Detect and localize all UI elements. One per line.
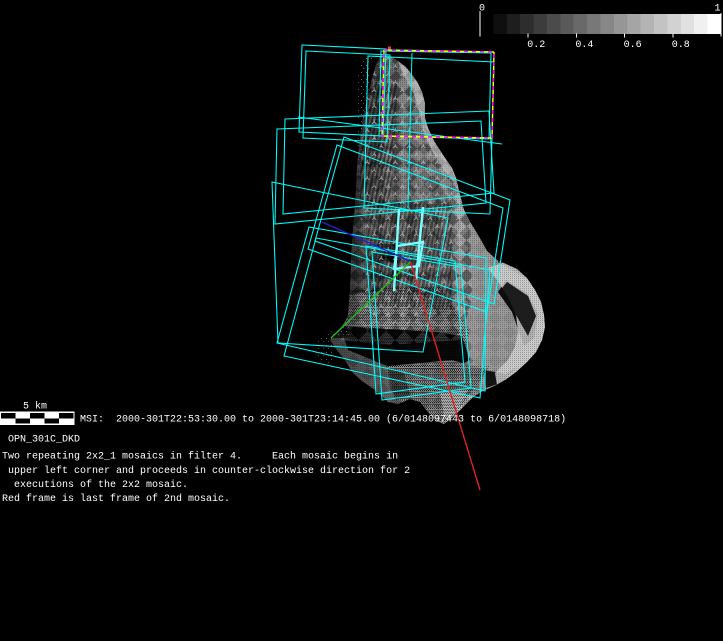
svg-text:0: 0 bbox=[479, 4, 485, 15]
svg-text:0.6: 0.6 bbox=[624, 40, 642, 51]
svg-text:Red frame is last frame of 2nd: Red frame is last frame of 2nd mosaic. bbox=[2, 493, 230, 505]
svg-text:5 km: 5 km bbox=[23, 401, 47, 413]
svg-text:Two repeating 2x2_1 mosaics in: Two repeating 2x2_1 mosaics in filter 4.… bbox=[2, 451, 398, 463]
svg-text:OPN_301C_DKD: OPN_301C_DKD bbox=[8, 434, 80, 445]
svg-text:0.4: 0.4 bbox=[575, 40, 593, 51]
svg-text:MSI: 2000-301T22:53:30.00 to: MSI: 2000-301T22:53:30.00 to 2000-301T23… bbox=[80, 414, 566, 426]
svg-text:executions of the 2x2 mosaic.: executions of the 2x2 mosaic. bbox=[2, 479, 188, 491]
svg-text:upper left corner and proceeds: upper left corner and proceeds in counte… bbox=[2, 465, 410, 477]
svg-text:0.8: 0.8 bbox=[672, 40, 690, 51]
svg-text:0.2: 0.2 bbox=[527, 40, 545, 51]
svg-text:1: 1 bbox=[715, 4, 721, 15]
